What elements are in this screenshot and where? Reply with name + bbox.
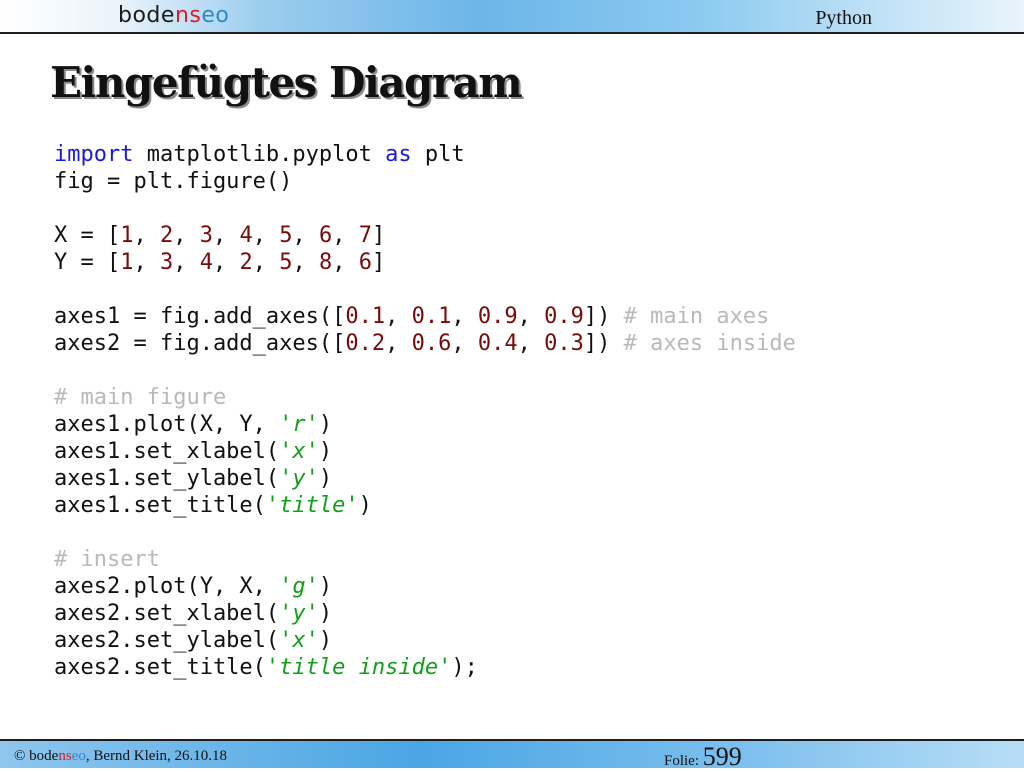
bodenseo-logo: bodenseo: [118, 3, 230, 28]
code-comment: # axes inside: [623, 331, 796, 356]
code-line: fig = plt.figure(): [54, 169, 293, 194]
code-line: axes2.set_xlabel('y'): [54, 601, 333, 626]
code-line: import matplotlib.pyplot as plt: [54, 142, 465, 167]
header-topic: Python: [815, 7, 872, 29]
slide-title: Eingefügtes Diagram: [50, 58, 523, 107]
code-comment: # main figure: [54, 385, 227, 410]
code-line: axes2.plot(Y, X, 'g'): [54, 574, 333, 599]
code-line: axes1 = fig.add_axes([0.1, 0.1, 0.9, 0.9…: [54, 304, 770, 329]
code-line: X = [1, 2, 3, 4, 5, 6, 7]: [54, 223, 386, 248]
code-line: Y = [1, 3, 4, 2, 5, 8, 6]: [54, 250, 386, 275]
code-comment: # insert: [54, 547, 160, 572]
code-line: axes1.set_title('title'): [54, 493, 372, 518]
code-line: axes2.set_ylabel('x'): [54, 628, 333, 653]
code-line: axes1.plot(X, Y, 'r'): [54, 412, 333, 437]
slide-header: bodenseo Python: [0, 0, 1024, 34]
code-line: axes1.set_xlabel('x'): [54, 439, 333, 464]
copyright-notice: © bodenseo, Bernd Klein, 26.10.18: [14, 748, 228, 764]
code-block: import matplotlib.pyplot as plt fig = pl…: [54, 141, 796, 681]
code-line: axes2.set_title('title inside');: [54, 655, 478, 680]
code-comment: # main axes: [623, 304, 770, 329]
slide-footer: © bodenseo, Bernd Klein, 26.10.18 Folie:…: [0, 739, 1024, 771]
code-line: axes1.set_ylabel('y'): [54, 466, 333, 491]
code-line: axes2 = fig.add_axes([0.2, 0.6, 0.4, 0.3…: [54, 331, 796, 356]
